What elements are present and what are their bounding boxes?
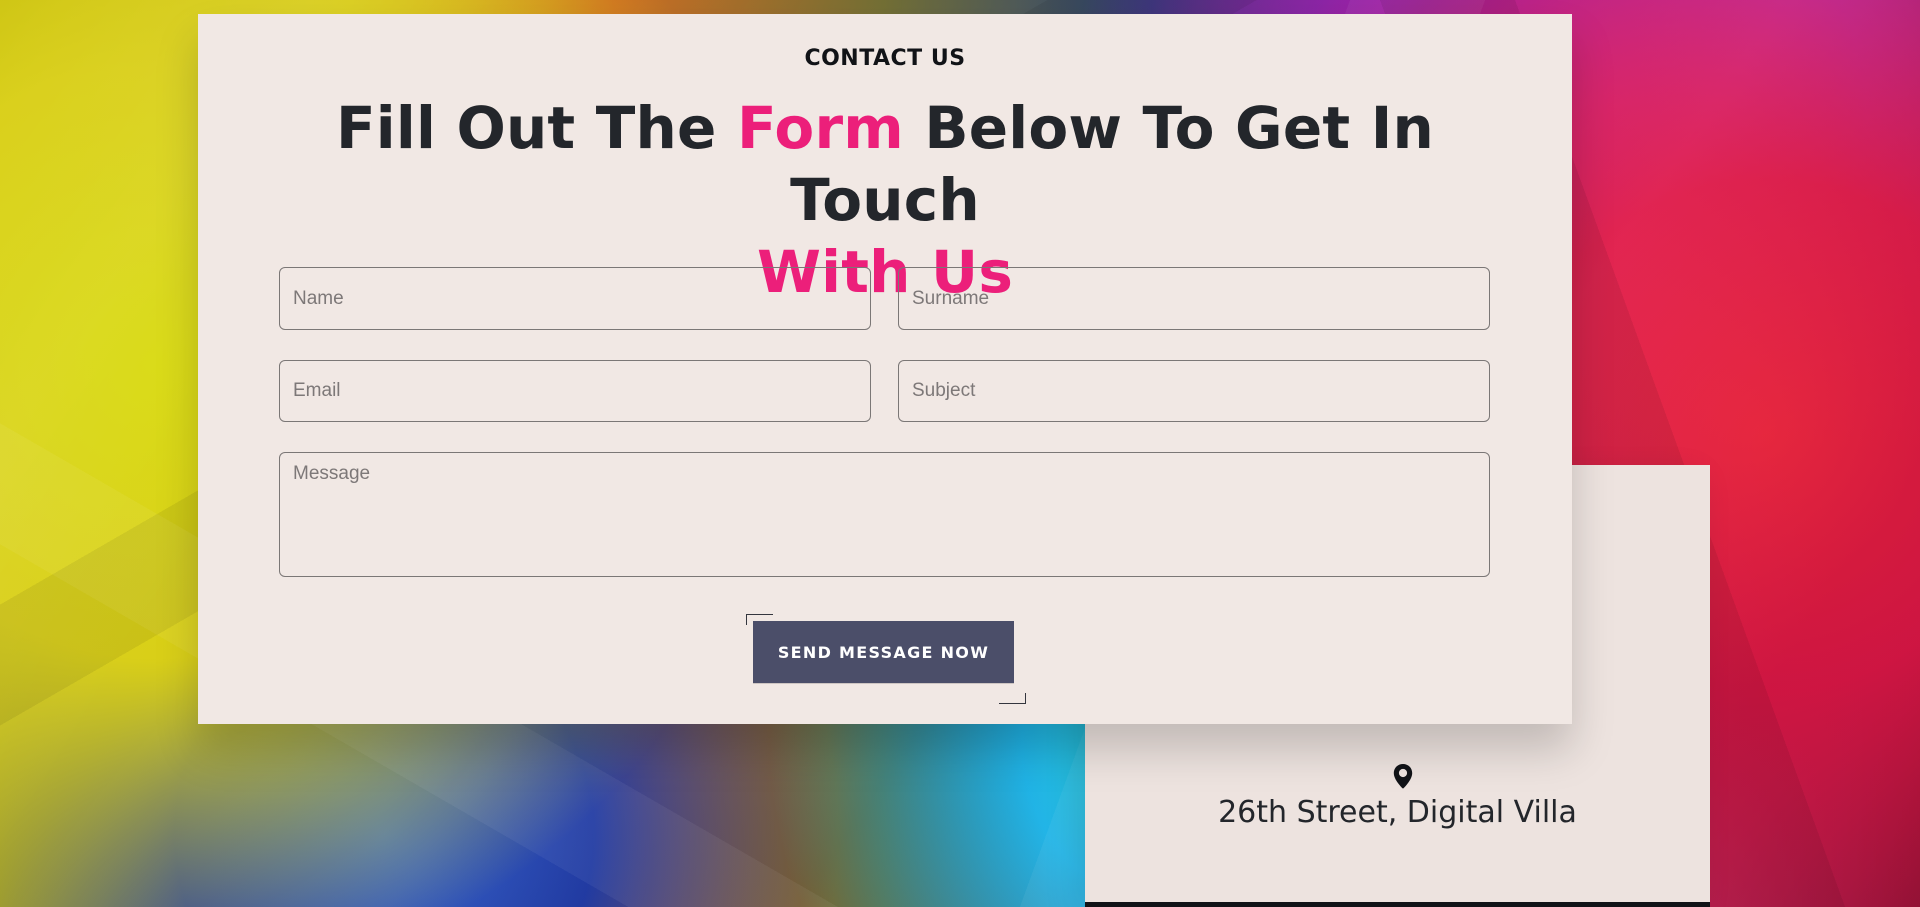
button-corner-bottom-right [999, 693, 1026, 704]
surname-input[interactable] [898, 267, 1490, 330]
name-input[interactable] [279, 267, 871, 330]
send-message-button[interactable]: SEND MESSAGE NOW [753, 621, 1014, 683]
address-text: 26th Street, Digital Villa [1218, 795, 1577, 830]
send-button-wrapper: SEND MESSAGE NOW [746, 614, 1026, 704]
contact-form-panel: CONTACT US Fill Out The Form Below To Ge… [198, 14, 1572, 724]
headline-accent-form: Form [736, 94, 904, 162]
email-input[interactable] [279, 360, 871, 422]
message-textarea[interactable] [279, 452, 1490, 577]
section-eyebrow: CONTACT US [804, 46, 966, 71]
location-pin-icon [1393, 764, 1413, 789]
subject-input[interactable] [898, 360, 1490, 422]
headline-prefix: Fill Out The [335, 94, 737, 162]
